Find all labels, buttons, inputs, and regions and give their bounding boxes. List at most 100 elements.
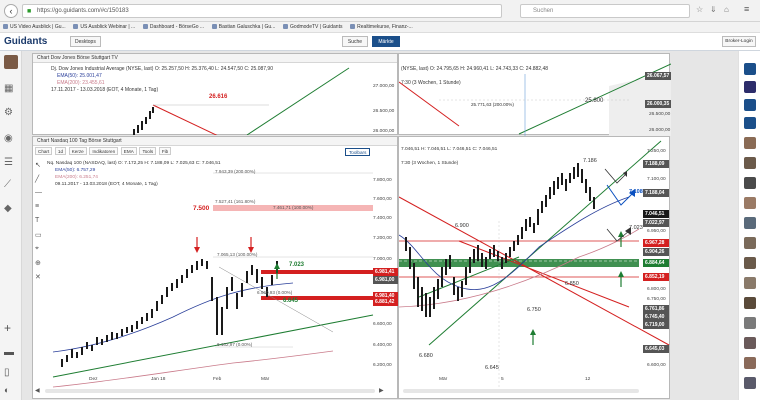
dow-right-svg [399, 63, 671, 136]
avatar[interactable] [744, 357, 756, 369]
home-icon[interactable]: ⌂ [724, 5, 729, 14]
nasdaq-y-tick: 7.800,00 [373, 178, 392, 183]
avatar[interactable] [744, 217, 756, 229]
user-avatar[interactable] [4, 55, 18, 69]
dow-right-y-tick: 26.500,00 [649, 112, 671, 117]
avatar[interactable] [744, 277, 756, 289]
search-button[interactable]: Suche [342, 36, 368, 47]
avatar[interactable] [744, 337, 756, 349]
dow-right-level: 25.800 [585, 98, 604, 104]
scrollbar[interactable] [45, 389, 375, 393]
bookmark-item[interactable]: Realtimekurse, Finanz-... [347, 22, 416, 32]
nasdaq-chart-svg [52, 172, 374, 388]
nasdaq-price-tag: 6.881,42 [373, 298, 399, 306]
level-6680-label: 6.680 [419, 353, 433, 359]
search-input[interactable]: Suchen [520, 4, 690, 18]
avatar[interactable] [744, 377, 756, 389]
bookmarks-bar: US Video Ausblick | Gu... US Ausblick We… [0, 22, 760, 33]
dow-price-tag: 26.067,57 [645, 72, 671, 80]
level-7023-label: 7.023 [289, 262, 305, 268]
avatar[interactable] [744, 157, 756, 169]
avatar[interactable] [744, 237, 756, 249]
bookmark-item[interactable]: GodmodeTV | Guidants [280, 22, 345, 32]
nasdaq-right-price-tag: 6.884,64 [643, 259, 669, 267]
avatar[interactable] [744, 197, 756, 209]
avatar[interactable] [744, 177, 756, 189]
market-button[interactable]: Märkte [372, 36, 400, 47]
nasdaq-right-y-tick: 6.950,00 [647, 229, 666, 234]
nasdaq-right-price-tag: 6.645,03 [643, 345, 669, 353]
nasdaq-y-tick: 6.200,00 [373, 363, 392, 368]
chart-icon[interactable]: ⟋ [4, 179, 18, 193]
nasdaq-right-price-tag: 6.719,00 [643, 321, 669, 329]
scrollbar[interactable] [403, 389, 639, 393]
nasdaq-right-y-tick: 7.100,00 [647, 177, 666, 182]
nasdaq-price-tag: 6.981,00 [373, 276, 399, 284]
nasdaq-x-tick: Jan 18 [151, 377, 166, 382]
nasdaq-y-tick: 6.600,00 [373, 322, 392, 327]
desktop-button[interactable]: Desktops [70, 36, 101, 47]
level-6850-label: 6.850 [565, 281, 579, 287]
nasdaq-right-price-tag: 6.904,26 [643, 248, 669, 256]
nasdaq-y-tick: 7.400,00 [373, 216, 392, 221]
nasdaq-intraday-window[interactable]: 7.046,51 H: 7.046,51 L: 7.046,51 C: 7.04… [398, 136, 670, 399]
level-6645-label: 6.645 [283, 298, 299, 304]
level-6900-label: 6.900 [455, 223, 469, 229]
nasdaq-x-tick: Dez [89, 377, 98, 382]
grid-icon[interactable]: ▦ [4, 83, 18, 97]
back-button[interactable]: ‹ [4, 4, 18, 18]
bookmark-item[interactable]: Dashboard - BörseGo ... [140, 22, 207, 32]
nasdaq-x-tick: Mär [261, 377, 270, 382]
nasdaq-right-y-tick: 6.750,00 [647, 297, 666, 302]
nasdaq-right-price-tag: 7.188,04 [643, 189, 669, 197]
guidants-logo[interactable]: Guidants [4, 36, 47, 47]
nasdaq-x-tick: Feb [213, 377, 222, 382]
avatar[interactable] [744, 317, 756, 329]
dow-level-label: 26.616 [209, 94, 228, 100]
level-7186-label: 7.186 [583, 158, 597, 164]
dow-chart-window[interactable]: Chart Dow Jones Börse Stuttgart TV Dj. D… [32, 53, 398, 135]
avatar[interactable] [744, 297, 756, 309]
settings-icon[interactable]: ⚙ [4, 107, 18, 121]
nasdaq-y-tick: 7.000,00 [373, 257, 392, 262]
tag-icon[interactable]: ◆ [4, 203, 18, 217]
dow-intraday-window[interactable]: (NYSE, last) O: 24.795,65 H: 24.960,41 L… [398, 53, 671, 136]
avatar[interactable] [744, 63, 756, 75]
scroll-left-icon[interactable]: ◀ [35, 387, 40, 394]
add-icon[interactable]: + [4, 321, 18, 335]
fib-label: 7.461,71 (100.00%) [273, 205, 314, 210]
level-6645-right-label: 6.645 [485, 365, 499, 371]
folder-icon[interactable]: ▬ [4, 347, 18, 361]
document-icon[interactable]: ▯ [4, 367, 18, 381]
avatar[interactable] [744, 81, 756, 93]
download-icon[interactable]: ⇓ [710, 5, 717, 14]
bookmark-item[interactable]: US Video Ausblick | Gu... [0, 22, 69, 32]
bookmark-item[interactable]: US Ausblick Webinar | ... [70, 22, 138, 32]
nasdaq-right-y-tick: 6.600,00 [647, 363, 666, 368]
address-bar[interactable]: ■ https://go.guidants.com/#c/150183 [22, 4, 502, 18]
menu-icon[interactable]: ≡ [744, 4, 749, 14]
workspace: Chart Dow Jones Börse Stuttgart TV Dj. D… [22, 51, 738, 400]
avatar[interactable] [744, 99, 756, 111]
eye-icon[interactable]: ◉ [4, 133, 18, 147]
bookmark-item[interactable]: Bastian Galuschka | Gu... [209, 22, 279, 32]
scroll-right-icon[interactable]: ▶ [379, 387, 384, 394]
nasdaq-right-price-tag: 6.852,19 [643, 273, 669, 281]
list-icon[interactable]: ☰ [4, 157, 18, 171]
power-icon[interactable]: ◐ [4, 385, 18, 399]
nasdaq-right-price-tag: 6.745,40 [643, 313, 669, 321]
avatar[interactable] [744, 257, 756, 269]
nasdaq-right-price-tag: 7.188,09 [643, 160, 669, 168]
dow-right-level-small: 25.771,63 (200.00%) [471, 102, 514, 107]
lock-icon: ■ [27, 8, 32, 15]
fib-label: 7.065,13 (100.00%) [217, 252, 258, 257]
nasdaq-right-y-tick: 7.250,00 [647, 149, 666, 154]
avatar[interactable] [744, 117, 756, 129]
avatar[interactable] [744, 137, 756, 149]
nasdaq-right-price-tag: 7.022,97 [643, 219, 669, 227]
dow-price-tag: 26.000,35 [645, 100, 671, 108]
broker-login-button[interactable]: Broker-Login [722, 36, 756, 47]
star-icon[interactable]: ☆ [696, 5, 703, 14]
nasdaq-right-x-tick: 12 [585, 377, 591, 382]
nasdaq-chart-window[interactable]: Chart Nasdaq 100 Tag Börse Stuttgart Cha… [32, 136, 399, 399]
